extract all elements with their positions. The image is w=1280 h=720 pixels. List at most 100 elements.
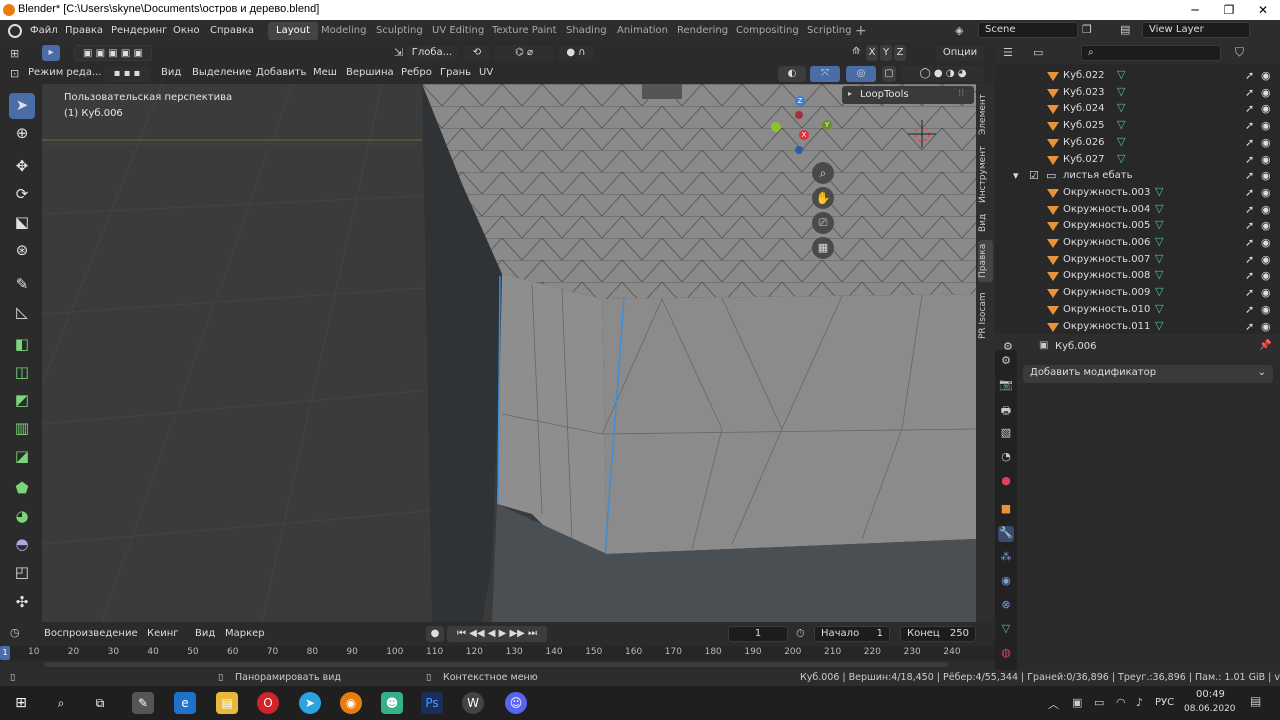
camera-icon[interactable]: ⎚ [812,212,834,234]
menu-window[interactable]: Окно [173,25,200,36]
tab-edit[interactable]: Правка [978,240,993,282]
menu-view[interactable]: Вид [161,67,181,78]
selectable-icon[interactable]: ➚ [1245,269,1254,282]
tab-tool[interactable]: Инструмент [978,142,993,206]
pan-hand-icon[interactable]: ✋ [812,187,834,209]
discord-icon[interactable]: ☺ [505,692,527,714]
selectable-icon[interactable]: ➚ [1245,69,1254,82]
language-indicator[interactable]: РУС [1155,697,1174,708]
gizmo-neg-y-icon[interactable] [795,111,803,119]
mesh-data-icon[interactable]: ▽ [1117,68,1125,81]
shading-modes-icons[interactable]: ◯ ● ◑ ◕ [902,66,984,82]
mirror-icon[interactable]: ⟰ [852,46,860,57]
scene-icon[interactable]: ◈ [955,24,963,37]
selectable-icon[interactable]: ➚ [1245,253,1254,266]
selectable-icon[interactable]: ➚ [1245,119,1254,132]
overlay-toggle-icon[interactable]: ◎ [846,66,876,82]
timeline-view-menu[interactable]: Вид [195,628,215,639]
checkbox-icon[interactable]: ☑ [1029,169,1039,182]
output-props-icon[interactable]: 🖶 [998,402,1014,418]
scale-tool[interactable]: ⬕ [9,210,35,236]
menu-render[interactable]: Рендеринг [111,25,167,36]
select-box-tool[interactable]: ➤ [9,93,35,119]
particles-props-icon[interactable]: ⁂ [998,550,1014,566]
edge-slide-tool[interactable]: ◰ [9,560,35,586]
mesh-data-icon[interactable]: ▽ [1155,185,1163,198]
mesh-data-icon[interactable]: ▽ [1117,135,1125,148]
bevel-tool[interactable]: ◩ [9,388,35,414]
timeline-ruler[interactable]: 10 20 30 40 50 60 70 80 90 100 110 120 130 140 150 160 1… [0,646,995,660]
eye-icon[interactable]: ◉ [1261,219,1271,232]
tab-compositing[interactable]: Compositing [728,22,807,40]
snapping-icon[interactable]: ⌬ ⌀ [494,45,554,61]
outliner-object-row[interactable]: Окружность.011 ▽ ➚ ◉ [995,319,1280,336]
menu-uv[interactable]: UV [479,67,493,78]
mesh-data-icon[interactable]: ▽ [1155,285,1163,298]
proportional-edit-icon[interactable]: ● ∩ [558,45,594,61]
outliner-collection-row[interactable]: ▾ ☑ ▭ листья ебать ➚ ◉ [995,168,1280,185]
eye-icon[interactable]: ◉ [1261,69,1271,82]
mesh-data-icon[interactable]: ▽ [1155,252,1163,265]
eye-icon[interactable]: ◉ [1261,186,1271,199]
constraints-props-icon[interactable]: ⊗ [998,598,1014,614]
eye-icon[interactable]: ◉ [1261,86,1271,99]
eye-icon[interactable]: ◉ [1261,253,1271,266]
eye-icon[interactable]: ◉ [1261,286,1271,299]
menu-file[interactable]: Файл [30,25,58,36]
outliner-object-row[interactable]: Куб.027 ▽ ➚ ◉ [995,152,1280,169]
outliner-object-row[interactable]: Окружность.008 ▽ ➚ ◉ [995,268,1280,285]
axis-z-toggle[interactable]: Z [894,45,906,61]
view-layer-icon[interactable]: ▤ [1120,23,1130,36]
menu-select[interactable]: Выделение [192,67,252,78]
gizmo-neg-z-icon[interactable] [795,146,803,154]
outliner-object-row[interactable]: Окружность.006 ▽ ➚ ◉ [995,235,1280,252]
record-icon[interactable]: ● [426,626,444,642]
tool-props-icon[interactable]: ⚙ [998,354,1014,370]
navigation-gizmo[interactable]: Z Y X [767,94,837,154]
filter-icon[interactable]: ⛉ [1235,45,1244,60]
selectable-icon[interactable]: ➚ [1245,320,1254,333]
pin-icon[interactable]: 📌 [1259,340,1271,351]
outliner-object-row[interactable]: Куб.025 ▽ ➚ ◉ [995,118,1280,135]
wordpad-icon[interactable]: W [462,692,484,714]
tab-pr-isocam[interactable]: PR Isocam [978,288,993,344]
mode-dropdown[interactable]: Режим реда... [28,67,102,78]
measure-tool[interactable]: ◺ [9,300,35,326]
move-tool[interactable]: ✥ [9,154,35,180]
mesh-data-icon[interactable]: ▽ [1155,302,1163,315]
mesh-data-icon[interactable]: ▽ [1155,218,1163,231]
menu-mesh[interactable]: Меш [313,67,337,78]
minimize-button[interactable]: ─ [1178,0,1212,20]
tab-uv-editing[interactable]: UV Editing [424,22,492,40]
opera-icon[interactable]: O [257,692,279,714]
transform-orientation-icon[interactable]: ⇲ [394,46,403,59]
eye-icon[interactable]: ◉ [1261,119,1271,132]
mesh-data-icon[interactable]: ▽ [1117,101,1125,114]
scene-field[interactable]: Scene [978,22,1078,38]
marker-menu[interactable]: Маркер [225,628,265,639]
outliner-object-row[interactable]: Окружность.007 ▽ ➚ ◉ [995,252,1280,269]
task-view-icon[interactable]: ⧉ [89,692,111,714]
timeline-editor-icon[interactable]: ◷ [10,626,20,639]
outliner-object-row[interactable]: Куб.026 ▽ ➚ ◉ [995,135,1280,152]
eye-icon[interactable]: ◉ [1261,136,1271,149]
tab-rendering[interactable]: Rendering [669,22,736,40]
outliner-object-row[interactable]: Окружность.010 ▽ ➚ ◉ [995,302,1280,319]
tab-view[interactable]: Вид [978,210,993,236]
transform-tool[interactable]: ⊛ [9,238,35,264]
eye-icon[interactable]: ◉ [1261,236,1271,249]
outliner-object-row[interactable]: Куб.023 ▽ ➚ ◉ [995,85,1280,102]
start-frame-field[interactable]: Начало 1 [814,626,890,642]
menu-help[interactable]: Справка [210,25,254,36]
eye-icon[interactable]: ◉ [1261,320,1271,333]
rotate-tool[interactable]: ⟳ [9,182,35,208]
playhead[interactable]: 1 [0,646,10,660]
drag-handle-icon[interactable]: ⁝⁝ [958,88,964,99]
render-props-icon[interactable]: 📷 [998,378,1014,394]
mesh-data-icon[interactable]: ▽ [1155,319,1163,332]
selectable-icon[interactable]: ➚ [1245,153,1254,166]
edge-browser-icon[interactable]: e [174,692,196,714]
mesh-data-icon[interactable]: ▽ [1117,118,1125,131]
outliner-object-row[interactable]: Окружность.009 ▽ ➚ ◉ [995,285,1280,302]
tab-shading[interactable]: Shading [558,22,615,40]
